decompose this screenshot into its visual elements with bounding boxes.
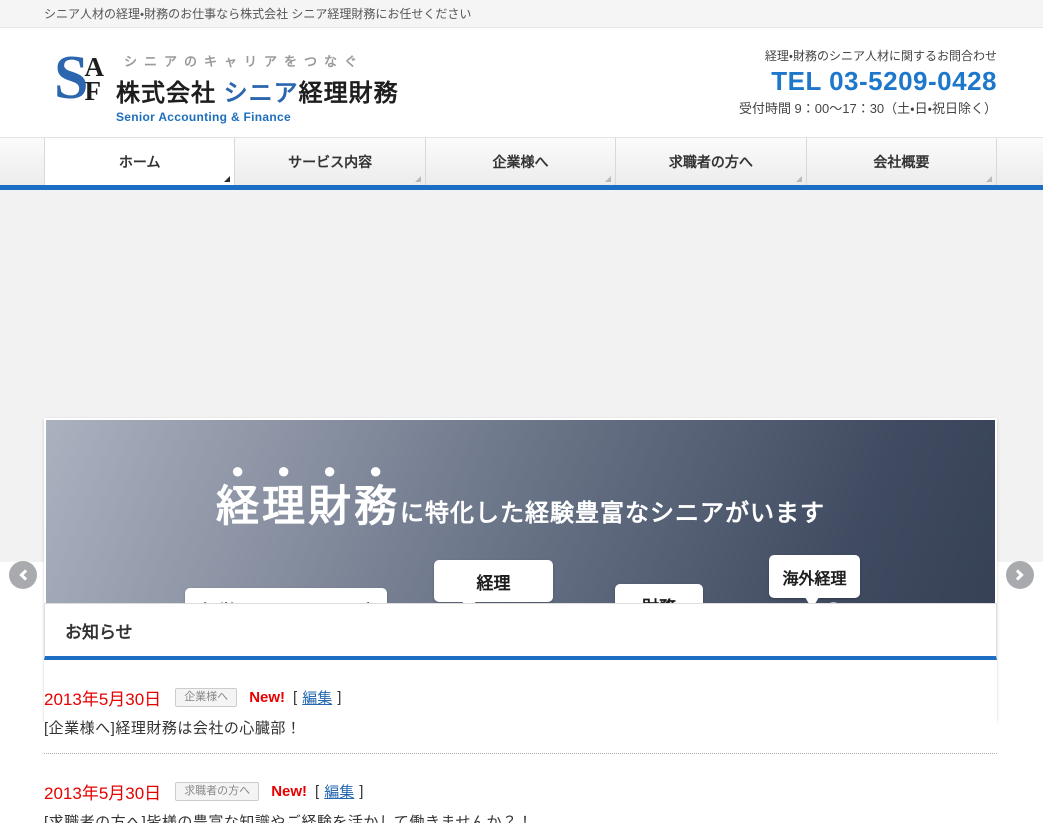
contact-phone-number: TEL 03-5209-0428 xyxy=(739,66,997,96)
nav-tab-companies[interactable]: 企業様へ xyxy=(426,138,616,186)
news-separator xyxy=(44,753,997,754)
logo-letters-af: A F xyxy=(84,55,104,103)
company-logo[interactable]: S A F シニアのキャリアをつなぐ 株式会社 シニア経理財務 Senior A… xyxy=(54,49,399,124)
speech-bubble-overseas: 海外経理 xyxy=(769,555,860,598)
news-heading: お知らせ xyxy=(44,603,997,660)
page: シニア人材の経理・財務のお仕事なら株式会社 シニア経理財務にお任せください S … xyxy=(0,0,1043,823)
nav-tab-about[interactable]: 会社概要 xyxy=(807,138,997,186)
carousel-next-button[interactable] xyxy=(1006,561,1034,589)
news-item-meta: 2013年5月30日 求職者の方へ New! [ 編集 ] xyxy=(44,779,997,804)
news-new-label: New! xyxy=(271,783,307,800)
nav-tab-jobseekers[interactable]: 求職者の方へ xyxy=(616,138,806,186)
chevron-right-icon xyxy=(1012,569,1023,580)
logo-letter-s: S xyxy=(54,49,88,107)
company-name-suffix: 経理財務 xyxy=(299,80,399,107)
nav-tab-services[interactable]: サービス内容 xyxy=(235,138,425,186)
tab-corner-icon xyxy=(605,176,611,182)
nav-tab-label: 企業様へ xyxy=(493,152,549,172)
header-contact-block: 経理・財務のシニア人材に関するお問合わせ TEL 03-5209-0428 受付… xyxy=(739,47,997,117)
news-section: お知らせ 2013年5月30日 企業様へ New! [ 編集 ] [企業様へ]経… xyxy=(44,603,997,823)
logo-text: シニアのキャリアをつなぐ 株式会社 シニア経理財務 Senior Account… xyxy=(116,49,399,124)
edit-bracket-open: [ xyxy=(293,689,297,706)
contact-hours: 受付時間 9：00〜17：30（土・日・祝日除く） xyxy=(739,98,997,117)
top-notice-bar: シニア人材の経理・財務のお仕事なら株式会社 シニア経理財務にお任せください xyxy=(0,0,1043,28)
carousel-prev-button[interactable] xyxy=(9,561,37,589)
hero-headline: 経理財務に特化した経験豊富なシニアがいます xyxy=(46,458,995,534)
news-item-title: [企業様へ]経理財務は会社の心臓部！ xyxy=(44,717,997,738)
edit-bracket-close: ] xyxy=(337,689,341,706)
company-name-highlight: シニア xyxy=(224,80,299,107)
company-name: 株式会社 シニア経理財務 xyxy=(116,73,399,108)
news-item-meta: 2013年5月30日 企業様へ New! [ 編集 ] xyxy=(44,685,997,710)
company-name-prefix: 株式会社 xyxy=(116,80,224,107)
logo-letter-f: F xyxy=(84,79,104,103)
edit-bracket-open: [ xyxy=(315,783,319,800)
news-item-title: [求職者の方へ]皆様の豊富な知識やご経験を活かして働きませんか？！ xyxy=(44,811,997,823)
news-item: 2013年5月30日 求職者の方へ New! [ 編集 ] [求職者の方へ]皆様… xyxy=(44,779,997,823)
main-nav-tabs: ホーム サービス内容 企業様へ 求職者の方へ 会社概要 xyxy=(44,138,997,186)
tab-corner-icon xyxy=(986,176,992,182)
speech-bubble-accounting: 経理 xyxy=(434,560,553,602)
chevron-left-icon xyxy=(19,569,30,580)
hero-section: 経理財務に特化した経験豊富なシニアがいます 経営コンサルティング 経理 財務 海… xyxy=(0,190,1043,562)
news-edit-link[interactable]: 編集 xyxy=(302,687,332,708)
nav-tab-label: ホーム xyxy=(119,152,161,172)
news-new-label: New! xyxy=(249,689,285,706)
news-item: 2013年5月30日 企業様へ New! [ 編集 ] [企業様へ]経理財務は会… xyxy=(44,685,997,754)
logo-tagline: シニアのキャリアをつなぐ xyxy=(116,51,399,70)
news-date: 2013年5月30日 xyxy=(44,685,161,710)
tab-corner-icon xyxy=(796,176,802,182)
hero-headline-rest: に特化した経験豊富なシニアがいます xyxy=(400,500,825,527)
news-category-badge: 企業様へ xyxy=(175,688,237,707)
tab-corner-icon xyxy=(415,176,421,182)
logo-mark: S A F xyxy=(54,49,104,107)
news-date: 2013年5月30日 xyxy=(44,779,161,804)
contact-note: 経理・財務のシニア人材に関するお問合わせ xyxy=(739,47,997,64)
nav-tab-home[interactable]: ホーム xyxy=(44,138,235,186)
edit-bracket-close: ] xyxy=(359,783,363,800)
tab-corner-icon xyxy=(224,176,230,182)
hero-headline-emphasis: 経理財務 xyxy=(216,483,400,531)
nav-tab-label: 求職者の方へ xyxy=(669,152,753,172)
site-header: S A F シニアのキャリアをつなぐ 株式会社 シニア経理財務 Senior A… xyxy=(0,29,1043,137)
nav-tab-label: 会社概要 xyxy=(873,152,929,172)
nav-tab-label: サービス内容 xyxy=(288,152,372,172)
news-category-badge: 求職者の方へ xyxy=(175,782,259,801)
company-name-english: Senior Accounting & Finance xyxy=(116,110,399,124)
news-edit-link[interactable]: 編集 xyxy=(324,781,354,802)
main-nav: ホーム サービス内容 企業様へ 求職者の方へ 会社概要 xyxy=(0,137,1043,185)
